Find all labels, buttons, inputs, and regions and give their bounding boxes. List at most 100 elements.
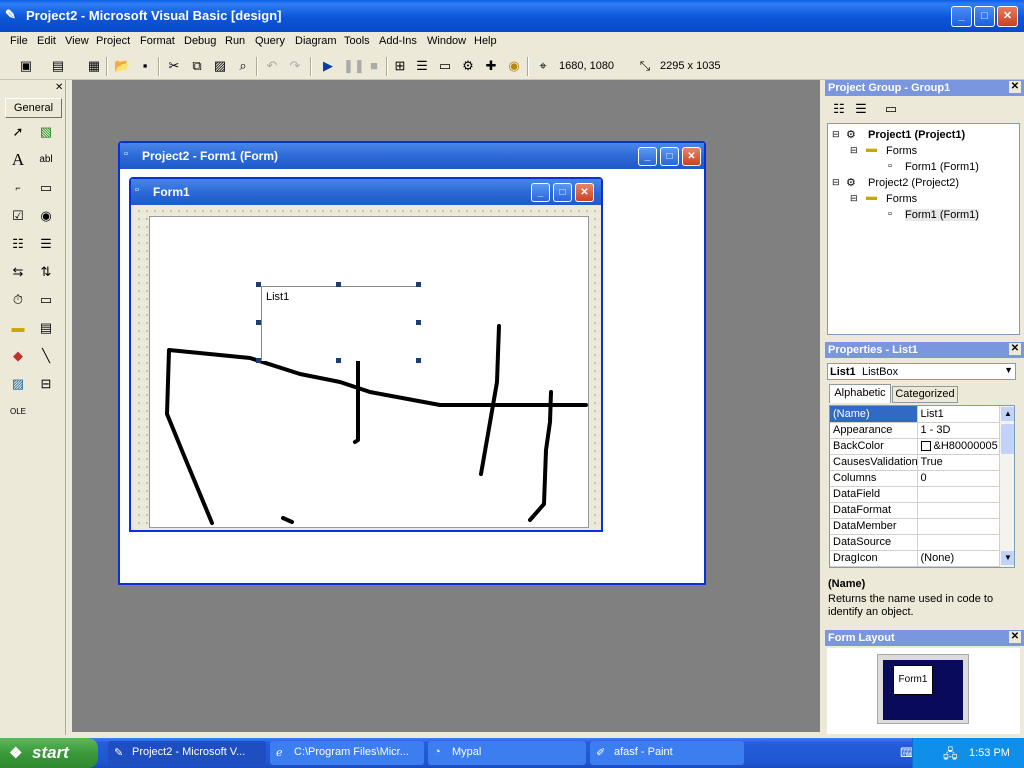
task-label: C:\Program Files\Micr...	[294, 746, 409, 758]
task-label: afasf - Paint	[614, 746, 673, 758]
toggle-folders-icon[interactable]: ▭	[883, 101, 899, 117]
project-group-close-icon[interactable]: ✕	[1009, 81, 1021, 93]
tree-node-project2[interactable]: Project2 (Project2)	[868, 177, 959, 189]
resize-handle[interactable]	[416, 282, 421, 287]
monitor-icon: Form1	[877, 654, 969, 724]
resize-handle[interactable]	[336, 358, 341, 363]
task-explorer[interactable]: ℯ C:\Program Files\Micr...	[270, 741, 424, 765]
resize-handle[interactable]	[256, 282, 261, 287]
prop-value[interactable]: 0	[917, 470, 1001, 487]
tree-collapse-icon[interactable]: ⊟	[832, 177, 840, 188]
project-tree: ⊟ ⚙ Project1 (Project1) ⊟ ▬ Forms ▫ Form…	[827, 123, 1020, 335]
tree-node-form1-selected[interactable]: Form1 (Form1)	[905, 209, 979, 221]
form-icon: ▫	[888, 160, 892, 172]
vb-task-icon: ✎	[114, 747, 124, 759]
drawn-line-2	[353, 356, 360, 444]
table-row[interactable]: (Name) List1	[830, 406, 1001, 423]
table-row[interactable]: BackColor &H80000005	[830, 438, 1001, 455]
resize-handle[interactable]	[336, 282, 341, 287]
folder-icon: ▬	[866, 191, 877, 203]
form-icon: ▫	[888, 208, 892, 220]
prop-value[interactable]: 1 - 3D	[917, 422, 1001, 439]
prop-value[interactable]	[917, 486, 1001, 503]
prop-name: DataField	[830, 486, 918, 503]
drawn-line-3	[479, 324, 501, 476]
project-toolbar: ☷ ☰ ▭	[825, 97, 1024, 121]
paint-icon: ✐	[596, 747, 606, 759]
form-layout-close-icon[interactable]: ✕	[1009, 631, 1021, 643]
task-mypal[interactable]: ◔ Mypal	[428, 741, 586, 765]
table-row[interactable]: Columns 0	[830, 470, 1001, 487]
color-swatch	[920, 441, 931, 452]
prop-name: BackColor	[830, 438, 918, 455]
prop-name: DragIcon	[830, 550, 918, 567]
ie-icon: ℯ	[276, 747, 283, 759]
form-layout-area: Form1	[827, 648, 1020, 734]
prop-name: DataSource	[830, 534, 918, 551]
properties-title: Properties - List1	[828, 344, 918, 356]
table-row[interactable]: Appearance 1 - 3D	[830, 422, 1001, 439]
windows-logo-icon: ❖	[9, 745, 23, 762]
system-tray: 🖧 1:53 PM	[912, 738, 1024, 768]
scroll-up-icon[interactable]: ▲	[1001, 407, 1014, 421]
resize-handle[interactable]	[256, 358, 261, 363]
project-icon: ⚙	[846, 129, 856, 141]
tree-collapse-icon[interactable]: ⊟	[850, 145, 858, 156]
form-layout-preview[interactable]: Form1	[893, 665, 933, 695]
tree-collapse-icon[interactable]: ⊟	[850, 193, 858, 204]
table-row[interactable]: DataFormat	[830, 502, 1001, 519]
start-label: start	[32, 743, 69, 762]
prop-value[interactable]	[917, 502, 1001, 519]
form-layout-title: Form Layout	[828, 632, 895, 644]
view-object-icon[interactable]: ☰	[853, 101, 869, 117]
scroll-down-icon[interactable]: ▼	[1001, 551, 1014, 565]
prop-value[interactable]	[917, 518, 1001, 535]
list1-listbox[interactable]: List1	[261, 286, 418, 361]
tab-alphabetic[interactable]: Alphabetic	[829, 384, 891, 403]
drawn-line-1	[165, 348, 588, 525]
tab-categorized[interactable]: Categorized	[892, 386, 958, 403]
chevron-down-icon[interactable]: ▼	[1004, 365, 1013, 375]
object-selector[interactable]: List1 ListBox ▼	[827, 363, 1016, 380]
start-button[interactable]: ❖ start	[0, 738, 98, 768]
properties-scrollbar[interactable]: ▲ ▼	[999, 406, 1014, 567]
prop-value-color[interactable]: &H80000005	[917, 438, 1001, 455]
project-icon: ⚙	[846, 177, 856, 189]
tree-node-project1[interactable]: Project1 (Project1)	[868, 129, 965, 141]
network-icon[interactable]: 🖧	[943, 745, 958, 767]
task-label: Project2 - Microsoft V...	[132, 746, 246, 758]
prop-name: Appearance	[830, 422, 918, 439]
clock: 1:53 PM	[969, 747, 1010, 759]
properties-grid: (Name) List1 Appearance 1 - 3D BackColor &H…	[829, 405, 1015, 568]
object-type: ListBox	[862, 366, 899, 378]
resize-handle[interactable]	[256, 320, 261, 325]
task-paint[interactable]: ✐ afasf - Paint	[590, 741, 744, 765]
prop-name: (Name)	[830, 406, 918, 423]
tree-node-form1[interactable]: Form1 (Form1)	[905, 161, 979, 173]
table-row[interactable]: CausesValidation True	[830, 454, 1001, 471]
table-row[interactable]: DataSource	[830, 534, 1001, 551]
tree-node-forms[interactable]: Forms	[886, 145, 917, 157]
properties-table: (Name) List1 Appearance 1 - 3D BackColor &H…	[830, 406, 1001, 567]
prop-name: CausesValidation	[830, 454, 918, 471]
tree-node-forms[interactable]: Forms	[886, 193, 917, 205]
tree-collapse-icon[interactable]: ⊟	[832, 129, 840, 140]
project-group-titlebar: Project Group - Group1 ✕	[825, 80, 1024, 96]
prop-value[interactable]: (None)	[917, 550, 1001, 567]
table-row[interactable]: DataField	[830, 486, 1001, 503]
resize-handle[interactable]	[416, 320, 421, 325]
properties-close-icon[interactable]: ✕	[1009, 343, 1021, 355]
task-vb[interactable]: ✎ Project2 - Microsoft V...	[108, 741, 266, 765]
prop-value[interactable]: List1	[917, 406, 1001, 423]
scroll-thumb[interactable]	[1001, 424, 1014, 454]
table-row[interactable]: DataMember	[830, 518, 1001, 535]
form-layout-titlebar: Form Layout ✕	[825, 630, 1024, 646]
prop-value[interactable]	[917, 534, 1001, 551]
view-code-icon[interactable]: ☷	[831, 101, 847, 117]
table-row[interactable]: DragIcon (None)	[830, 550, 1001, 567]
prop-value[interactable]: True	[917, 454, 1001, 471]
folder-icon: ▬	[866, 143, 877, 155]
prop-value: &H80000005	[933, 440, 998, 452]
resize-handle[interactable]	[416, 358, 421, 363]
taskbar: ❖ start ✎ Project2 - Microsoft V... ℯ C:…	[0, 738, 1024, 768]
